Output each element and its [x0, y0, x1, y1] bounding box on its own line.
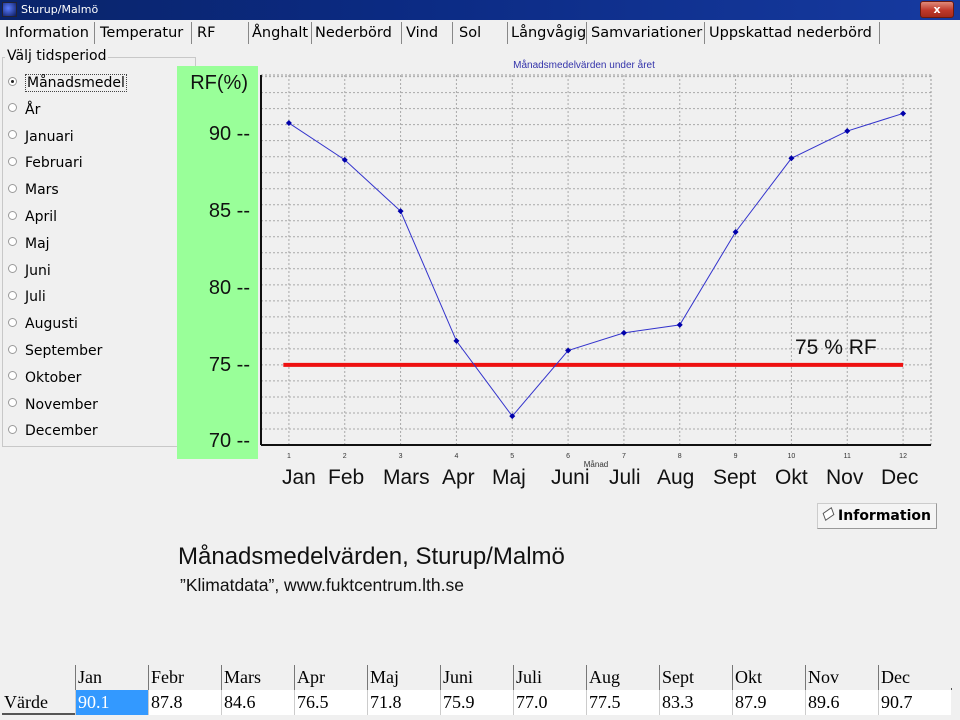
information-button-label: Information — [838, 508, 931, 524]
month-label: Okt — [775, 466, 808, 489]
month-label: Juni — [551, 466, 590, 489]
x-tick-label: 2 — [343, 453, 347, 460]
month-label: Feb — [328, 466, 365, 489]
data-point — [844, 128, 851, 135]
table-column-header[interactable]: Dec — [878, 665, 951, 690]
month-label: Dec — [881, 466, 919, 489]
table-cell[interactable]: 90.1 — [75, 690, 148, 715]
table-corner-cell — [2, 665, 75, 690]
x-tick-label: 10 — [788, 453, 796, 460]
table-column-header[interactable]: Nov — [805, 665, 878, 690]
month-label: Maj — [492, 466, 526, 489]
x-tick-label: 5 — [510, 453, 514, 460]
book-icon — [822, 506, 835, 522]
table-column-header[interactable]: Apr — [294, 665, 367, 690]
table-row-header: Värde — [2, 690, 75, 715]
table-column-header[interactable]: Juli — [513, 665, 586, 690]
information-button[interactable]: Information — [817, 503, 937, 529]
month-label: Mars — [383, 466, 430, 489]
caption-title: Månadsmedelvärden, Sturup/Malmö — [178, 543, 565, 570]
reference-line-label: 75 % RF — [795, 336, 877, 359]
rf-line-chart: 1 2 3 4 5 6 7 8 9 10 11 12Månad75 % RF — [260, 74, 932, 469]
series-line — [288, 112, 904, 417]
month-label: Juli — [609, 466, 641, 489]
table-cell[interactable]: 76.5 — [294, 690, 367, 715]
data-point — [620, 329, 627, 336]
table-cell[interactable]: 87.8 — [148, 690, 221, 715]
x-tick-label: 8 — [678, 453, 682, 460]
table-column-header[interactable]: Mars — [221, 665, 294, 690]
table-header-row: Jan Febr Mars Apr Maj Juni Juli Aug Sept Okt Nov De… — [2, 665, 952, 690]
table-cell[interactable]: 83.3 — [659, 690, 732, 715]
x-tick-label: 3 — [399, 453, 403, 460]
table-cell[interactable]: 77.0 — [513, 690, 586, 715]
table-column-header[interactable]: Jan — [75, 665, 148, 690]
table-column-header[interactable]: Okt — [732, 665, 805, 690]
table-column-header[interactable]: Febr — [148, 665, 221, 690]
month-label: Nov — [826, 466, 864, 489]
table-cell[interactable]: 90.7 — [878, 690, 951, 715]
x-tick-label: 4 — [454, 453, 458, 460]
table-column-header[interactable]: Sept — [659, 665, 732, 690]
table-cell[interactable]: 77.5 — [586, 690, 659, 715]
data-point — [900, 110, 907, 117]
caption-source: ”Klimatdata”, www.fuktcentrum.lth.se — [180, 575, 464, 595]
x-tick-label: 9 — [734, 453, 738, 460]
table-cell[interactable]: 75.9 — [440, 690, 513, 715]
x-tick-label: 6 — [566, 453, 570, 460]
month-label: Sept — [713, 466, 757, 489]
month-label: Aug — [657, 466, 695, 489]
table-cell[interactable]: 89.6 — [805, 690, 878, 715]
x-tick-label: 12 — [899, 453, 907, 460]
table-cell[interactable]: 84.6 — [221, 690, 294, 715]
x-tick-label: 1 — [287, 453, 291, 460]
table-column-header[interactable]: Maj — [367, 665, 440, 690]
data-point — [676, 321, 683, 328]
table-cell[interactable]: 71.8 — [367, 690, 440, 715]
table-cell[interactable]: 87.9 — [732, 690, 805, 715]
month-label: Jan — [282, 466, 316, 489]
table-column-header[interactable]: Aug — [586, 665, 659, 690]
month-label: Apr — [442, 466, 475, 489]
x-tick-label: 11 — [844, 453, 851, 460]
x-tick-label: 7 — [622, 453, 626, 460]
table-column-header[interactable]: Juni — [440, 665, 513, 690]
table-row: Värde 90.1 87.8 84.6 76.5 71.8 75.9 77.0 77.5 83… — [2, 690, 952, 715]
